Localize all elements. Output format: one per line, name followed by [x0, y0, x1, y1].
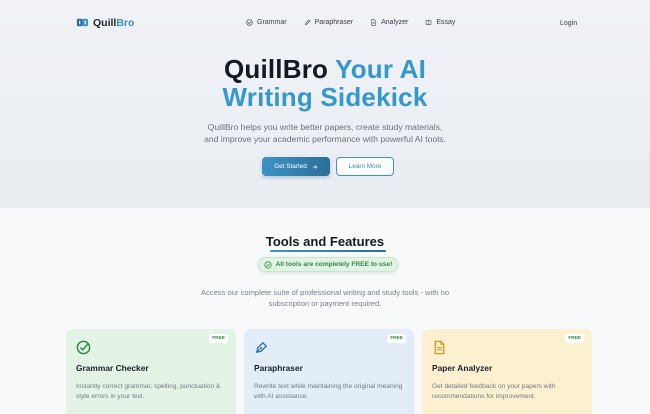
get-started-label: Get Started	[274, 163, 307, 170]
document-icon	[371, 19, 376, 26]
learn-more-button[interactable]: Learn More	[336, 157, 394, 176]
check-circle-icon	[246, 19, 253, 26]
quill-logo-icon	[76, 18, 89, 27]
card-title: Paraphraser	[254, 363, 303, 373]
book-icon	[426, 20, 432, 26]
free-tools-badge: All tools are completely FREE to use!	[258, 257, 398, 272]
nav-link-analyzer[interactable]: Analyzer	[370, 19, 408, 26]
free-badge: FREE	[565, 334, 584, 343]
nav-links: Grammar Paraphraser Analyzer Essay	[246, 19, 455, 26]
hero-title: QuillBro Your AI Writing Sidekick	[0, 55, 650, 111]
get-started-button[interactable]: Get Started	[262, 157, 330, 176]
pen-nib-icon	[255, 341, 268, 354]
section-description: Access our complete suite of professiona…	[0, 287, 650, 309]
login-link[interactable]: Login	[560, 20, 577, 27]
hero-title-accent-2: Writing Sidekick	[222, 82, 428, 112]
hero-title-accent-1: Your AI	[335, 54, 427, 84]
section-description-line: Access our complete suite of professiona…	[200, 288, 450, 297]
top-nav: QuillBro Grammar Paraphraser Analyzer Es…	[0, 0, 650, 48]
card-title: Paper Analyzer	[432, 363, 493, 373]
card-grammar-checker[interactable]: FREE Grammar Checker Instantly correct g…	[66, 329, 236, 414]
card-paraphraser[interactable]: FREE Paraphraser Rewrite text while main…	[244, 329, 414, 414]
free-tools-text: All tools are completely FREE to use!	[275, 261, 393, 268]
logo[interactable]: QuillBro	[76, 16, 134, 29]
nav-link-essay[interactable]: Essay	[425, 19, 455, 26]
section-title-underline	[270, 250, 386, 252]
hero-subtitle: QuillBro helps you write better papers, …	[0, 121, 650, 145]
free-badge: FREE	[387, 334, 406, 343]
check-circle-icon	[263, 260, 272, 269]
card-description: Instantly correct grammar, spelling, pun…	[76, 383, 221, 400]
card-description: Get detailed feedback on your papers wit…	[432, 383, 556, 400]
card-paper-analyzer[interactable]: FREE Paper Analyzer Get detailed feedbac…	[422, 329, 592, 414]
arrow-right-icon	[312, 164, 318, 169]
card-description: Rewrite text while maintaining the origi…	[254, 383, 403, 400]
section-title: Tools and Features	[265, 234, 385, 249]
hero-subtitle-line: QuillBro helps you write better papers, …	[207, 122, 443, 132]
nav-link-paraphraser[interactable]: Paraphraser	[304, 19, 354, 26]
nav-link-label: Essay	[436, 19, 456, 26]
nav-link-label: Analyzer	[381, 19, 409, 26]
card-title: Grammar Checker	[76, 363, 149, 373]
free-badge: FREE	[209, 334, 228, 343]
logo-text: QuillBro	[93, 16, 135, 29]
check-circle-icon	[76, 340, 91, 355]
pen-icon	[304, 19, 310, 26]
hero-title-brand: QuillBro	[223, 54, 329, 84]
hero-subtitle-line: and improve your academic performance wi…	[204, 134, 446, 144]
nav-link-label: Paraphraser	[314, 19, 354, 26]
section-description-line: subscription or payment required.	[268, 299, 382, 308]
nav-link-label: Grammar	[257, 19, 287, 26]
document-icon	[434, 340, 445, 355]
nav-link-grammar[interactable]: Grammar	[246, 19, 287, 26]
